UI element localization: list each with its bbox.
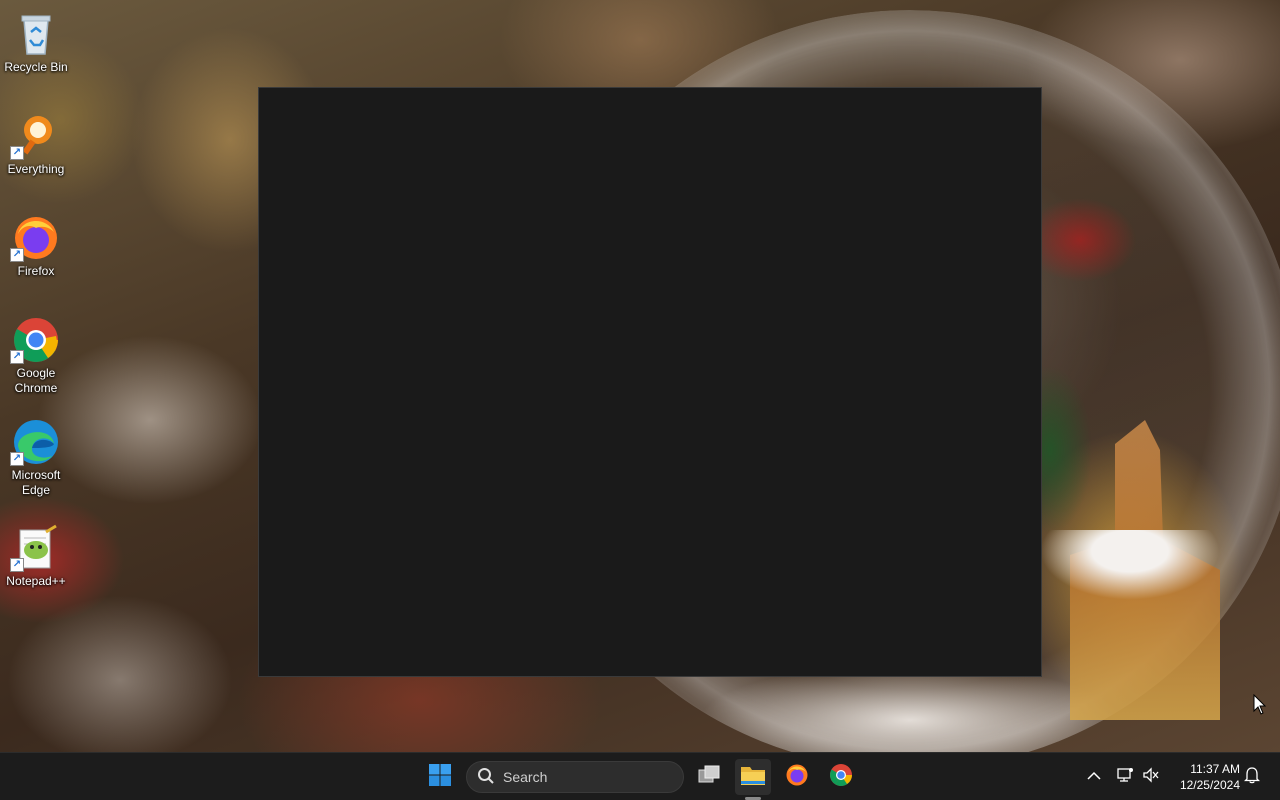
- desktop-icon-label: Google Chrome: [14, 366, 58, 395]
- blank-app-window[interactable]: [258, 87, 1042, 677]
- desktop-icon-everything[interactable]: ↗ Everything: [0, 112, 72, 177]
- firefox-taskbar-button[interactable]: [779, 759, 815, 795]
- file-explorer-button[interactable]: [735, 759, 771, 795]
- chrome-icon: [829, 763, 853, 792]
- desktop-icon-label: Microsoft Edge: [11, 468, 61, 497]
- shortcut-arrow-icon: ↗: [10, 146, 24, 160]
- shortcut-arrow-icon: ↗: [10, 452, 24, 466]
- clock-date: 12/25/2024: [1179, 778, 1240, 792]
- search-label: Search: [503, 769, 548, 785]
- desktop-icon-microsoft-edge[interactable]: ↗ Microsoft Edge: [0, 418, 72, 498]
- shortcut-arrow-icon: ↗: [10, 558, 24, 572]
- file-explorer-icon: [740, 763, 766, 792]
- chrome-taskbar-button[interactable]: [823, 759, 859, 795]
- taskbar: Search 11:37 AM 12/25/2024: [0, 752, 1280, 800]
- network-button[interactable]: [1115, 767, 1135, 787]
- notepadpp-icon: ↗: [10, 524, 60, 572]
- desktop-icon-label: Recycle Bin: [4, 60, 68, 74]
- shortcut-arrow-icon: ↗: [10, 350, 24, 364]
- show-hidden-icons-button[interactable]: [1084, 767, 1104, 787]
- start-icon: [428, 763, 452, 792]
- mouse-cursor-icon: [1253, 693, 1267, 721]
- task-view-button[interactable]: [691, 759, 727, 795]
- clock-time: 11:37 AM: [1190, 762, 1240, 776]
- everything-icon: ↗: [10, 112, 60, 160]
- network-icon: [1116, 767, 1134, 788]
- system-clock[interactable]: 11:37 AM 12/25/2024: [1170, 761, 1240, 793]
- start-button[interactable]: [422, 759, 458, 795]
- desktop-icon-firefox[interactable]: ↗ Firefox: [0, 214, 72, 279]
- desktop-icon-label: Everything: [7, 162, 65, 176]
- volume-button[interactable]: [1141, 766, 1161, 788]
- firefox-icon: ↗: [10, 214, 60, 262]
- taskbar-search-box[interactable]: Search: [466, 761, 684, 793]
- desktop-icon-recycle-bin[interactable]: Recycle Bin: [0, 10, 72, 75]
- desktop-icon-notepadpp[interactable]: ↗ Notepad++: [0, 524, 72, 589]
- wallpaper-snow: [1040, 530, 1220, 600]
- volume-muted-icon: [1142, 766, 1160, 788]
- firefox-icon: [785, 763, 809, 792]
- notifications-icon: [1243, 766, 1261, 789]
- chrome-icon: ↗: [10, 316, 60, 364]
- search-icon: [477, 767, 495, 788]
- desktop-icon-label: Notepad++: [6, 574, 66, 588]
- shortcut-arrow-icon: ↗: [10, 248, 24, 262]
- desktop-icon-label: Firefox: [17, 264, 55, 278]
- task-view-icon: [697, 763, 721, 792]
- recycle-bin-icon: [12, 10, 60, 58]
- chevron-up-icon: [1087, 768, 1101, 786]
- desktop-icon-google-chrome[interactable]: ↗ Google Chrome: [0, 316, 72, 396]
- edge-icon: ↗: [10, 418, 60, 466]
- notifications-button[interactable]: [1242, 766, 1262, 789]
